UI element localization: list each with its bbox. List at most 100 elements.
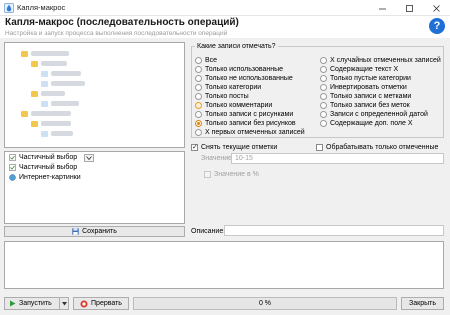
radio-indicator <box>320 56 327 64</box>
option-unused[interactable]: Только не использованные <box>195 74 293 82</box>
radio-indicator <box>320 119 327 127</box>
description-input[interactable] <box>224 225 444 236</box>
folder-icon <box>31 90 38 97</box>
option-posts[interactable]: Только посты <box>195 92 249 100</box>
page-subtitle: Настройка и запуск процесса выполнения п… <box>5 30 228 37</box>
option-label: Все <box>205 56 218 64</box>
stop-icon <box>80 300 88 307</box>
page-title: Капля-макрос (последовательность операци… <box>5 17 239 28</box>
app-drop-icon <box>4 3 14 13</box>
macro-type-dropdown[interactable] <box>84 154 94 162</box>
radio-indicator <box>195 128 202 136</box>
maximize-button[interactable] <box>396 0 423 16</box>
minimize-button[interactable] <box>369 0 396 16</box>
radio-indicator <box>195 74 202 82</box>
title-bar: Капля-макрос <box>0 0 450 16</box>
option-first-x[interactable]: X первых отмеченных записей <box>195 128 305 136</box>
help-button[interactable]: ? <box>429 18 445 34</box>
option-all[interactable]: Все <box>195 56 217 64</box>
option-label: Только использованные <box>205 65 284 73</box>
radio-indicator <box>320 74 327 82</box>
option-invert[interactable]: Инвертировать отметки <box>320 83 407 91</box>
option-label: X первых отмеченных записей <box>205 128 305 136</box>
save-button-label: Сохранить <box>82 228 117 235</box>
list-item[interactable]: Частичный выбор <box>9 163 77 172</box>
option-with-images[interactable]: Только записи с рисунками <box>195 110 293 118</box>
run-dropdown-button[interactable] <box>59 297 69 310</box>
option-without-images[interactable]: Только записи без рисунков <box>195 119 296 127</box>
folder-icon <box>31 60 38 67</box>
tree-node-label <box>51 131 73 136</box>
radio-indicator <box>195 92 202 100</box>
tree-node-label <box>31 51 69 56</box>
only-marked-checkbox[interactable]: Обрабатывать только отмеченные <box>316 143 438 151</box>
option-with-tags[interactable]: Только записи с метками <box>320 92 411 100</box>
partial-select-icon <box>9 154 16 161</box>
value-x-input[interactable]: 10-15 <box>231 153 444 164</box>
tree-node-label <box>51 71 81 76</box>
tree-node[interactable] <box>21 50 69 57</box>
tree-node-label <box>41 121 71 126</box>
tree-node-label <box>51 81 85 86</box>
option-label: Содержащие текст X <box>330 65 399 73</box>
close-window-button[interactable] <box>423 0 450 16</box>
stop-button[interactable]: Прервать <box>73 297 129 310</box>
list-item[interactable]: Частичный выбор <box>9 153 77 162</box>
description-label: Описание: <box>191 228 226 235</box>
option-label: Записи с определенной датой <box>330 110 428 118</box>
option-categories[interactable]: Только категории <box>195 83 261 91</box>
folder-icon <box>41 80 48 87</box>
option-empty-categories[interactable]: Только пустые категории <box>320 74 411 82</box>
option-used[interactable]: Только использованные <box>195 65 283 73</box>
radio-indicator <box>195 110 202 118</box>
radio-indicator <box>320 92 327 100</box>
header: Капля-макрос (последовательность операци… <box>0 16 450 38</box>
chevron-down-icon <box>86 156 92 160</box>
option-random-x[interactable]: X случайных отмеченных записей <box>320 56 441 64</box>
tree-node[interactable] <box>31 90 65 97</box>
option-contains-text[interactable]: Содержащие текст X <box>320 65 398 73</box>
option-comments[interactable]: Только комментарии <box>195 101 272 109</box>
tree-node[interactable] <box>41 130 73 137</box>
run-button[interactable]: Запустить <box>4 297 60 310</box>
option-by-date[interactable]: Записи с определенной датой <box>320 110 428 118</box>
minimize-icon <box>379 8 386 9</box>
log-area[interactable] <box>4 241 444 289</box>
list-item[interactable]: Интернет-картинки <box>9 173 81 182</box>
option-label: Только комментарии <box>205 101 273 109</box>
folder-icon <box>21 50 28 57</box>
list-item-label: Интернет-картинки <box>19 174 81 181</box>
close-button-label: Закрыть <box>409 300 436 307</box>
radio-indicator-selected <box>195 119 202 127</box>
window-title: Капля-макрос <box>17 3 66 12</box>
run-button-label: Запустить <box>19 300 52 307</box>
tree-node[interactable] <box>31 60 67 67</box>
save-button[interactable]: Сохранить <box>4 226 185 237</box>
tree-node[interactable] <box>31 120 71 127</box>
stop-button-label: Прервать <box>91 300 122 307</box>
tree-node[interactable] <box>41 70 81 77</box>
option-label: X случайных отмеченных записей <box>330 56 441 64</box>
only-marked-label: Обрабатывать только отмеченные <box>326 143 439 151</box>
close-button[interactable]: Закрыть <box>401 297 444 310</box>
progress-text: 0 % <box>258 300 272 307</box>
option-label: Только категории <box>205 83 262 91</box>
tree-node[interactable] <box>21 110 71 117</box>
percent-checkbox[interactable]: Значение в % <box>204 170 259 178</box>
checkbox <box>316 143 323 151</box>
partial-select-icon <box>9 164 16 171</box>
option-without-tags[interactable]: Только записи без меток <box>320 101 410 109</box>
option-label: Только записи с рисунками <box>205 110 294 118</box>
radio-indicator <box>320 65 327 73</box>
tree-node[interactable] <box>41 80 85 87</box>
folder-icon <box>41 100 48 107</box>
tree-node[interactable] <box>41 100 79 107</box>
clear-marks-checkbox[interactable]: ✓ Снять текущие отметки <box>191 143 277 151</box>
clear-marks-label: Снять текущие отметки <box>201 143 278 151</box>
category-tree[interactable] <box>4 42 185 148</box>
option-label: Только не использованные <box>205 74 293 82</box>
option-extra-field[interactable]: Содержащие доп. поле X <box>320 119 413 127</box>
macro-list[interactable]: Частичный выбор Частичный выбор Интернет… <box>4 151 185 224</box>
chevron-down-icon <box>61 301 67 305</box>
option-label: Содержащие доп. поле X <box>330 119 413 127</box>
